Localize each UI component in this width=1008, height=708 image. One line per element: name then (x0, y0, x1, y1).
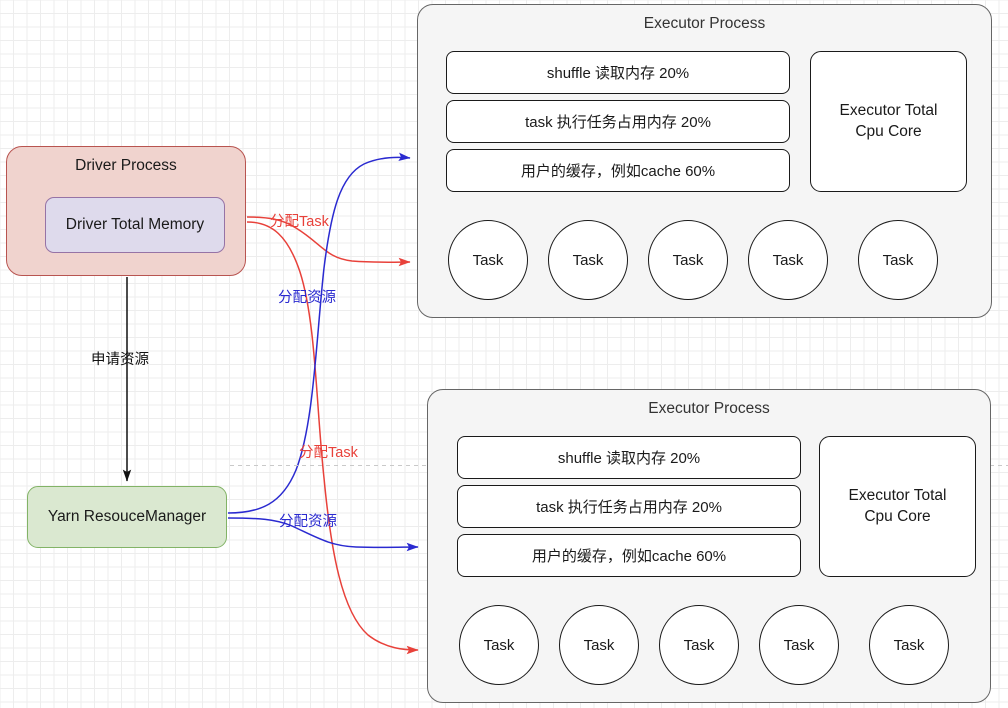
edge-label-allocate-task-bottom: 分配Task (299, 445, 358, 461)
executor-2-memory-bar-cache[interactable]: 用户的缓存，例如cache 60% (457, 534, 801, 577)
edge-label-allocate-resource-top: 分配资源 (278, 290, 336, 306)
executor-1-memory-bar-cache[interactable]: 用户的缓存，例如cache 60% (446, 149, 790, 192)
executor-2-title: Executor Process (648, 400, 770, 417)
driver-process-node[interactable]: Driver Process Driver Total Memory (6, 146, 246, 276)
executor-1-task-5[interactable]: Task (858, 220, 938, 300)
executor-2-cpu-core-box[interactable]: Executor Total Cpu Core (819, 436, 976, 577)
executor-1-memory-bar-shuffle[interactable]: shuffle 读取内存 20% (446, 51, 790, 94)
executor-2-task-2[interactable]: Task (559, 605, 639, 685)
executor-2-cpu-line-1: Executor Total (848, 486, 947, 504)
diagram-canvas: Driver Process Driver Total Memory Yarn … (0, 0, 1008, 708)
executor-2-cpu-line-2: Cpu Core (864, 507, 931, 525)
executor-1-title: Executor Process (643, 15, 766, 32)
edge-label-allocate-task-top: 分配Task (270, 214, 329, 230)
executor-2-task-4[interactable]: Task (759, 605, 839, 685)
executor-1-task-4[interactable]: Task (748, 220, 828, 300)
executor-2-task-1[interactable]: Task (459, 605, 539, 685)
executor-2-memory-bar-task[interactable]: task 执行任务占用内存 20% (457, 485, 801, 528)
executor-1-task-3[interactable]: Task (648, 220, 728, 300)
executor-process-2[interactable]: Executor Process shuffle 读取内存 20% task 执… (427, 389, 991, 703)
edge-label-apply-resource: 申请资源 (91, 352, 149, 368)
yarn-resource-manager-node[interactable]: Yarn ResouceManager (27, 486, 227, 548)
executor-1-cpu-line-1: Executor Total (839, 101, 938, 119)
executor-2-memory-bar-shuffle[interactable]: shuffle 读取内存 20% (457, 436, 801, 479)
executor-1-cpu-line-2: Cpu Core (855, 122, 922, 140)
executor-process-1[interactable]: Executor Process shuffle 读取内存 20% task 执… (417, 4, 992, 318)
executor-1-task-2[interactable]: Task (548, 220, 628, 300)
executor-1-cpu-core-box[interactable]: Executor Total Cpu Core (810, 51, 967, 192)
driver-total-memory-box[interactable]: Driver Total Memory (45, 197, 225, 253)
executor-1-task-1[interactable]: Task (448, 220, 528, 300)
executor-2-task-5[interactable]: Task (869, 605, 949, 685)
edge-label-allocate-resource-bottom: 分配资源 (279, 514, 337, 530)
executor-1-memory-bar-task[interactable]: task 执行任务占用内存 20% (446, 100, 790, 143)
driver-process-title: Driver Process (75, 157, 177, 174)
executor-2-task-3[interactable]: Task (659, 605, 739, 685)
